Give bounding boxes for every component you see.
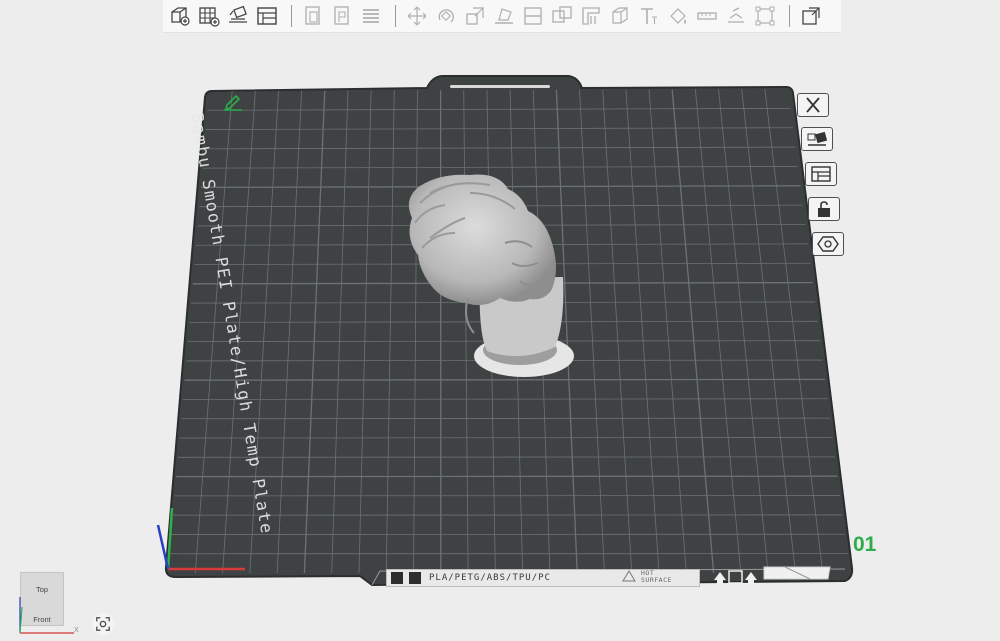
close-plate-icon [806,97,820,113]
seam-paint-button[interactable] [607,3,633,29]
auto-arrange-icon [807,131,828,146]
add-cube-icon [171,7,190,26]
scale-icon [466,7,484,25]
top-toolbar [163,0,841,33]
boolean-icon [552,6,572,23]
toolbar-separator [789,5,790,27]
move-button[interactable] [404,3,430,29]
cut-icon [524,7,542,25]
toolbar-separator [395,5,396,27]
plate-grid-icon [391,572,403,584]
bounding-box-button[interactable] [752,3,778,29]
lock-plate-button[interactable] [808,197,840,221]
lay-on-face-button[interactable] [491,3,517,29]
assembly-button[interactable] [723,3,749,29]
arrange-grid-icon [199,7,220,27]
text-icon [641,8,657,24]
seam-paint-icon [612,7,628,24]
orient-plate-button[interactable] [812,232,844,256]
paste-plate-button[interactable] [329,3,355,29]
orient-plate-icon [817,236,839,252]
z-axis [156,524,170,570]
move-icon [407,6,427,26]
auto-arrange-button[interactable] [801,127,833,151]
build-plate[interactable] [0,33,1000,641]
assembly-view-button[interactable] [798,3,824,29]
rotate-button[interactable] [433,3,459,29]
assembly-icon [728,7,744,23]
measure-icon [697,12,717,20]
edit-plate-name-icon[interactable] [222,93,244,111]
paste-plate-icon [334,6,349,25]
layers-button[interactable] [358,3,384,29]
support-paint-icon [582,7,600,25]
arrange-grid-button[interactable] [196,3,222,29]
plate-settings-button[interactable] [805,162,837,186]
plate-settings-icon [811,166,831,182]
focus-icon [96,617,110,631]
cut-button[interactable] [520,3,546,29]
auto-orient-button[interactable] [225,3,251,29]
hot-surface-warning: HOT SURFACE [641,570,672,584]
axis-x-label: X [74,627,79,634]
lock-plate-icon [818,201,830,217]
plate-layout-button[interactable] [254,3,280,29]
text-button[interactable] [636,3,662,29]
grid-line [184,378,826,381]
plate-type-icon [409,572,421,584]
close-plate-button[interactable] [797,93,829,117]
layers-icon [363,9,379,23]
surface-label: SURFACE [641,576,672,584]
reset-view-button[interactable] [92,613,114,635]
scale-button[interactable] [462,3,488,29]
bounding-box-icon [755,6,775,26]
warning-icon [622,570,636,582]
copy-plate-icon [305,6,320,25]
color-paint-button[interactable] [665,3,691,29]
measure-button[interactable] [694,3,720,29]
add-cube-button[interactable] [167,3,193,29]
plate-layout-icon [257,7,277,25]
toolbar-separator [291,5,292,27]
filament-compat-label: PLA/PETG/ABS/TPU/PC [429,573,551,583]
lay-on-face-icon [495,8,513,24]
plate-number: 01 [853,533,877,556]
3d-viewport[interactable]: Bambu Smooth PEI Plate/High Temp Plate 0… [0,33,1000,641]
plate-handle [450,85,550,88]
boolean-button[interactable] [549,3,575,29]
auto-orient-icon [229,5,247,23]
assembly-view-icon [802,7,820,25]
copy-plate-button[interactable] [300,3,326,29]
support-paint-button[interactable] [578,3,604,29]
rotate-icon [438,9,454,23]
color-paint-icon [670,8,686,24]
grid-line [179,437,833,439]
